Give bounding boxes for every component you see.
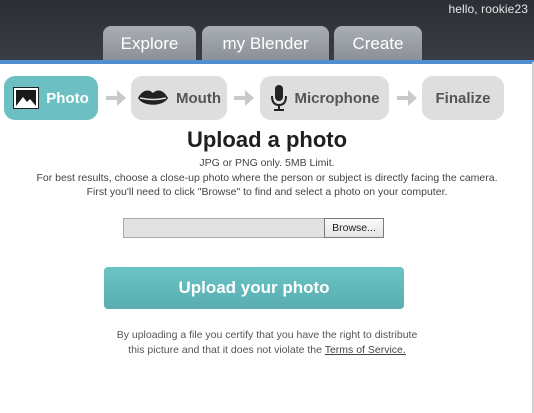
step-photo[interactable]: Photo — [4, 76, 98, 120]
page-title: Upload a photo — [186, 127, 348, 152]
step-arrow-icon — [234, 90, 254, 106]
step-microphone-label: Microphone — [294, 89, 380, 107]
step-mouth-label: Mouth — [176, 89, 221, 107]
user-greeting[interactable]: hello, rookie23 — [448, 2, 528, 16]
step-microphone[interactable]: Microphone — [260, 76, 389, 120]
file-path-field[interactable] — [123, 218, 324, 238]
step-arrow-icon — [397, 90, 417, 106]
upload-photo-button[interactable]: Upload your photo — [104, 267, 404, 309]
header-divider — [0, 60, 534, 64]
terms-of-service-link[interactable]: Terms of Service. — [325, 344, 406, 356]
step-arrow-icon — [106, 90, 126, 106]
top-bar: hello, rookie23 Explore my Blender Creat… — [0, 0, 534, 62]
disclaimer-line-1: By uploading a file you certify that you… — [116, 329, 418, 341]
tip-text-line-2: First you'll need to click "Browse" to f… — [86, 186, 448, 198]
disclaimer-line-2: this picture and that it does not violat… — [0, 344, 534, 356]
microphone-icon — [270, 84, 288, 112]
photo-icon — [13, 87, 40, 109]
step-photo-label: Photo — [46, 89, 89, 107]
browse-button[interactable]: Browse... — [324, 218, 384, 238]
tab-create[interactable]: Create — [334, 26, 422, 62]
step-finalize[interactable]: Finalize — [422, 76, 504, 120]
format-note: JPG or PNG only. 5MB Limit. — [199, 157, 335, 169]
lips-icon — [137, 88, 169, 108]
tab-explore[interactable]: Explore — [103, 26, 196, 62]
tip-text-line-1: For best results, choose a close-up phot… — [36, 172, 498, 184]
step-mouth[interactable]: Mouth — [131, 76, 227, 120]
tab-my-blender[interactable]: my Blender — [202, 26, 329, 62]
step-finalize-label: Finalize — [435, 89, 491, 107]
disclaimer-text: this picture and that it does not violat… — [128, 344, 325, 356]
